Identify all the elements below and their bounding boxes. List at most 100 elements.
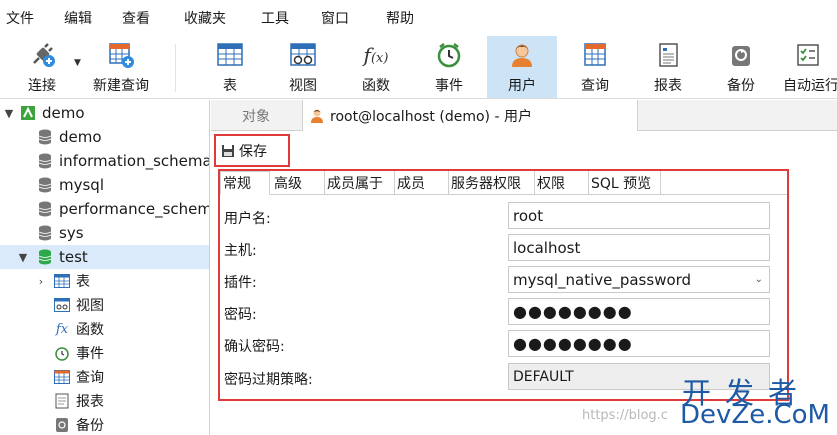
tab-title: root@localhost (demo) - 用户 (330, 109, 532, 125)
view-icon (54, 297, 70, 313)
plugin-value: mysql_native_password (513, 270, 692, 289)
tree-label: 备份 (76, 418, 104, 434)
menu-tools[interactable]: 工具 (261, 0, 289, 36)
tree-label: test (59, 248, 88, 266)
tab-member-of[interactable]: 成员属于 (325, 171, 395, 195)
connect-label: 连接 (28, 78, 56, 94)
database-icon (37, 201, 53, 217)
function-icon: f(x) (363, 43, 389, 67)
tree-label: 报表 (76, 394, 104, 410)
watermark-logo: 开发者 DevZe.CoM (680, 370, 830, 430)
chevron-down-icon[interactable]: ⌄ (755, 274, 763, 285)
table-button[interactable]: 表 (195, 36, 265, 98)
tab-user-editor[interactable]: root@localhost (demo) - 用户 (302, 100, 638, 132)
field-row-host: 主机: localhost (220, 233, 787, 265)
tree-item-functions[interactable]: fx 函数 (0, 317, 209, 341)
backup-icon (726, 40, 756, 70)
tab-objects[interactable]: 对象 (211, 100, 301, 131)
query-button[interactable]: 查询 (560, 36, 630, 98)
auto-run-icon (793, 40, 823, 70)
connection-icon (20, 105, 36, 121)
menu-view[interactable]: 查看 (122, 0, 150, 36)
menu-bar: 文件 编辑 查看 收藏夹 工具 窗口 帮助 (0, 0, 837, 36)
password-input[interactable]: ●●●●●●●● (508, 298, 770, 325)
view-label: 视图 (289, 78, 317, 94)
menu-file[interactable]: 文件 (6, 0, 34, 36)
confirm-password-input[interactable]: ●●●●●●●● (508, 330, 770, 357)
database-icon (37, 177, 53, 193)
event-label: 事件 (435, 78, 463, 94)
tree-db-demo[interactable]: demo (0, 125, 209, 149)
host-input[interactable]: localhost (508, 234, 770, 261)
plugin-select[interactable]: mysql_native_password ⌄ (508, 266, 770, 293)
tree-db-sys[interactable]: sys (0, 221, 209, 245)
username-input[interactable]: root (508, 202, 770, 229)
tree-item-views[interactable]: 视图 (0, 293, 209, 317)
query-label: 查询 (581, 78, 609, 94)
function-label: 函数 (362, 78, 390, 94)
tab-privileges[interactable]: 权限 (535, 171, 589, 195)
tree-db-test[interactable]: ▼ test (0, 245, 209, 269)
menu-edit[interactable]: 编辑 (64, 0, 92, 36)
user-icon (309, 108, 325, 124)
menu-window[interactable]: 窗口 (321, 0, 349, 36)
tree-label: mysql (59, 176, 104, 194)
tab-general[interactable]: 常规 (220, 171, 270, 195)
field-row-plugin: 插件: mysql_native_password ⌄ (220, 265, 787, 297)
confirm-password-label: 确认密码: (224, 339, 285, 355)
save-label: 保存 (239, 143, 267, 160)
tree-item-events[interactable]: 事件 (0, 341, 209, 365)
field-row-confirm-password: 确认密码: ●●●●●●●● (220, 329, 787, 361)
tab-server-privileges[interactable]: 服务器权限 (449, 171, 535, 195)
menu-help[interactable]: 帮助 (386, 0, 414, 36)
chevron-down-icon[interactable]: ▼ (17, 251, 29, 264)
database-icon (37, 129, 53, 145)
function-icon: fx (55, 321, 69, 337)
chevron-down-icon[interactable]: ▼ (74, 58, 81, 68)
report-icon (54, 393, 70, 409)
user-icon (507, 40, 537, 70)
tree-item-queries[interactable]: 查询 (0, 365, 209, 389)
menu-favorites[interactable]: 收藏夹 (184, 0, 226, 36)
tab-sql-preview[interactable]: SQL 预览 (589, 171, 661, 195)
brand-en: DevZe.CoM (680, 400, 830, 430)
event-button[interactable]: 事件 (414, 36, 484, 98)
tree-db-performance-schema[interactable]: performance_schema (0, 197, 210, 221)
connect-button[interactable]: 连接 (18, 36, 66, 98)
tree-label: performance_schema (59, 200, 210, 218)
tab-members[interactable]: 成员 (395, 171, 449, 195)
tree-db-mysql[interactable]: mysql (0, 173, 209, 197)
save-button[interactable]: 保存 (214, 134, 290, 167)
new-query-button[interactable]: 新建查询 (86, 36, 156, 98)
user-button[interactable]: 用户 (487, 36, 557, 98)
field-row-password: 密码: ●●●●●●●● (220, 297, 787, 329)
tree-label: demo (42, 104, 85, 122)
function-button[interactable]: f(x) 函数 (341, 36, 411, 98)
editor-subtabs: 常规 高级 成员属于 成员 服务器权限 权限 SQL 预览 (220, 171, 787, 195)
chevron-down-icon[interactable]: ▼ (3, 107, 15, 120)
tree-label: 表 (76, 274, 90, 290)
tree-label: demo (59, 128, 102, 146)
report-button[interactable]: 报表 (633, 36, 703, 98)
tree-label: 查询 (76, 370, 104, 386)
tree-label: 事件 (76, 346, 104, 362)
view-icon (288, 40, 318, 70)
tab-advanced[interactable]: 高级 (272, 171, 325, 195)
tree-label: 视图 (76, 298, 104, 314)
report-label: 报表 (654, 78, 682, 94)
tree-db-information-schema[interactable]: information_schema (0, 149, 209, 173)
user-label: 用户 (508, 78, 536, 94)
tree-item-reports[interactable]: 报表 (0, 389, 209, 413)
auto-run-button[interactable]: 自动运行 (779, 36, 837, 98)
new-query-label: 新建查询 (93, 78, 149, 94)
watermark-url: https://blog.c (582, 408, 668, 423)
tree-item-tables[interactable]: › 表 (0, 269, 209, 293)
tree-item-backups[interactable]: 备份 (0, 413, 209, 435)
host-label: 主机: (224, 243, 257, 259)
chevron-right-icon[interactable]: › (35, 275, 47, 288)
navigation-tree: ▼ demo demo information_schema mysql per… (0, 100, 210, 435)
view-button[interactable]: 视图 (268, 36, 338, 98)
tree-label: 函数 (76, 322, 104, 338)
backup-button[interactable]: 备份 (706, 36, 776, 98)
tree-connection-demo[interactable]: ▼ demo (0, 101, 209, 125)
